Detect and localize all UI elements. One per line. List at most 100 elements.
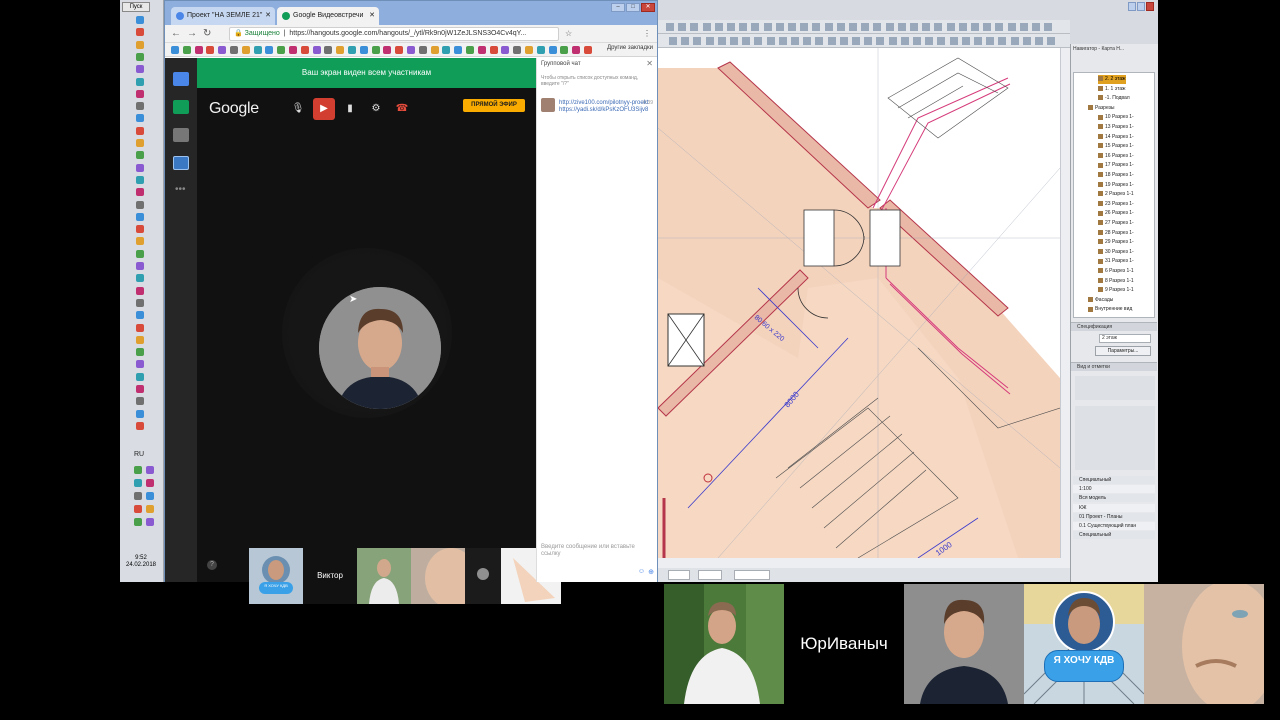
bookmark-icon[interactable] xyxy=(194,46,203,54)
cad-tool-icon[interactable] xyxy=(754,37,763,45)
navigator-tree-item[interactable]: 9 Разрез 1-1 xyxy=(1098,286,1134,295)
cad-tool-icon[interactable] xyxy=(873,23,882,31)
chat-icon[interactable] xyxy=(173,72,189,86)
cad-tool-icon[interactable] xyxy=(812,23,821,31)
taskbar-app-icon[interactable] xyxy=(136,151,144,160)
bookmark-icon[interactable] xyxy=(289,46,297,54)
cad-tool-icon[interactable] xyxy=(778,37,787,45)
star-icon[interactable]: ☆ xyxy=(565,28,572,40)
taskbar-app-icon[interactable] xyxy=(136,212,144,221)
cad-tool-icon[interactable] xyxy=(827,37,836,45)
cad-tool-icon[interactable] xyxy=(705,37,714,45)
bookmark-icon[interactable] xyxy=(525,46,533,54)
cad-tool-icon[interactable] xyxy=(730,37,738,45)
taskbar-app-icon[interactable] xyxy=(136,397,144,406)
navigator-tree-item[interactable]: 29 Разрез 1- xyxy=(1098,238,1134,247)
bookmark-icon[interactable] xyxy=(383,46,392,54)
view-panel-header[interactable]: Вид и отметки xyxy=(1071,362,1157,371)
filmstrip-thumb-person[interactable] xyxy=(357,548,411,604)
taskbar-app-icon[interactable] xyxy=(136,286,144,295)
cad-tool-icon[interactable] xyxy=(791,37,799,45)
cad-tool-icon[interactable] xyxy=(958,23,967,31)
cad-tool-icon[interactable] xyxy=(678,23,687,31)
tray-icon[interactable] xyxy=(134,492,142,500)
taskbar-app-icon[interactable] xyxy=(136,89,144,98)
navigator-tree-item[interactable]: 13 Разрез 1- xyxy=(1098,123,1134,132)
participant-tile-main[interactable] xyxy=(904,584,1024,704)
cad-tool-icon[interactable] xyxy=(998,37,1007,45)
navigator-tree-item[interactable]: 18 Разрез 1- xyxy=(1098,171,1134,180)
bookmark-icon[interactable] xyxy=(584,46,592,54)
tray-icon[interactable] xyxy=(146,492,154,500)
tray-icon[interactable] xyxy=(146,479,154,487)
cad-tool-icon[interactable] xyxy=(1035,37,1043,45)
params-button[interactable]: Параметры... xyxy=(1095,346,1151,356)
live-broadcast-button[interactable]: ПРЯМОЙ ЭФИР xyxy=(463,99,525,112)
cad-tool-icon[interactable] xyxy=(1047,37,1056,45)
chat-message-links[interactable]: http://zive100.com/pilotnyy-proekt https… xyxy=(559,100,653,114)
cad-horizontal-scrollbar[interactable] xyxy=(658,558,1070,568)
tab-project[interactable]: Проект "НА ЗЕМЛЕ 21" ✕ xyxy=(171,7,275,25)
navigator-tree-item[interactable]: 10 Разрез 1- xyxy=(1098,113,1134,122)
layer-setting-row[interactable]: 0.1 Существующий план xyxy=(1073,522,1155,530)
cad-tool-icon[interactable] xyxy=(815,37,824,45)
close-tab-icon[interactable]: ✕ xyxy=(369,7,375,25)
help-icon[interactable]: ? xyxy=(207,560,217,570)
cad-tool-icon[interactable] xyxy=(849,23,857,31)
bookmark-icon[interactable] xyxy=(395,46,404,54)
cad-tool-icon[interactable] xyxy=(995,23,1004,31)
bookmark-icon[interactable] xyxy=(548,46,557,54)
navigator-tree-item[interactable]: Фасады xyxy=(1088,296,1113,305)
settings-gear-icon[interactable]: ⚙ xyxy=(365,98,387,120)
screenshare-icon[interactable] xyxy=(173,100,189,114)
cad-tool-icon[interactable] xyxy=(690,23,699,31)
bookmark-icon[interactable] xyxy=(206,46,215,54)
layer-setting-row[interactable]: Специальный xyxy=(1073,531,1155,540)
cad-tool-icon[interactable] xyxy=(1022,37,1031,45)
cad-tool-icon[interactable] xyxy=(1044,23,1053,31)
cad-tool-icon[interactable] xyxy=(937,37,946,45)
cad-tool-icon[interactable] xyxy=(961,37,970,45)
bookmark-icon[interactable] xyxy=(477,46,486,54)
bookmark-icon[interactable] xyxy=(171,46,179,54)
hangup-icon[interactable]: ☎ xyxy=(391,98,413,120)
bookmark-icon[interactable] xyxy=(513,46,522,54)
taskbar-app-icon[interactable] xyxy=(136,65,144,74)
more-icon[interactable]: ••• xyxy=(175,184,186,195)
navigator-tree-item[interactable]: Внутренние вид xyxy=(1088,305,1132,314)
url-input[interactable]: 🔒 Защищено | https://hangouts.google.com… xyxy=(229,27,559,41)
other-bookmarks[interactable]: Другие закладки xyxy=(607,45,653,51)
participant-tile-kdv[interactable]: Я ХОЧУ КДВ xyxy=(1024,584,1144,704)
navigator-tree-item[interactable]: 31 Разрез 1- xyxy=(1098,257,1134,266)
taskbar-app-icon[interactable] xyxy=(136,262,144,270)
forward-icon[interactable]: → xyxy=(187,28,197,40)
cad-tool-icon[interactable] xyxy=(864,37,873,45)
taskbar-app-icon[interactable] xyxy=(136,372,144,381)
menu-icon[interactable]: ⋮ xyxy=(643,28,651,40)
camera-off-icon[interactable]: ▶ xyxy=(313,98,335,120)
taskbar-app-icon[interactable] xyxy=(136,249,144,258)
cad-tool-icon[interactable] xyxy=(788,23,796,31)
cad-tool-icon[interactable] xyxy=(885,23,894,31)
taskbar-app-icon[interactable] xyxy=(136,348,144,357)
navigator-tree-item[interactable]: Разрезы xyxy=(1088,104,1115,113)
taskbar-app-icon[interactable] xyxy=(136,274,144,283)
taskbar-app-icon[interactable] xyxy=(136,40,144,49)
navigator-tree-item[interactable]: 17 Разрез 1- xyxy=(1098,161,1134,170)
bookmark-icon[interactable] xyxy=(536,46,545,54)
bookmark-icon[interactable] xyxy=(359,46,368,54)
cad-tool-icon[interactable] xyxy=(925,37,934,45)
bookmark-icon[interactable] xyxy=(407,46,415,54)
cad-tool-icon[interactable] xyxy=(934,23,943,31)
taskbar-app-icon[interactable] xyxy=(136,77,144,86)
tab-hangouts[interactable]: Google Видеовстречи ✕ xyxy=(277,7,379,25)
cad-tool-icon[interactable] xyxy=(775,23,784,31)
bookmark-icon[interactable] xyxy=(312,46,321,54)
taskbar-app-icon[interactable] xyxy=(136,421,144,430)
layer-setting-row[interactable]: 01 Проект - Планы xyxy=(1073,512,1155,521)
taskbar-app-icon[interactable] xyxy=(136,16,144,24)
tray-icon[interactable] xyxy=(146,518,154,526)
taskbar-app-icon[interactable] xyxy=(136,28,144,37)
bookmark-icon[interactable] xyxy=(371,46,380,54)
taskbar-app-icon[interactable] xyxy=(136,126,144,135)
